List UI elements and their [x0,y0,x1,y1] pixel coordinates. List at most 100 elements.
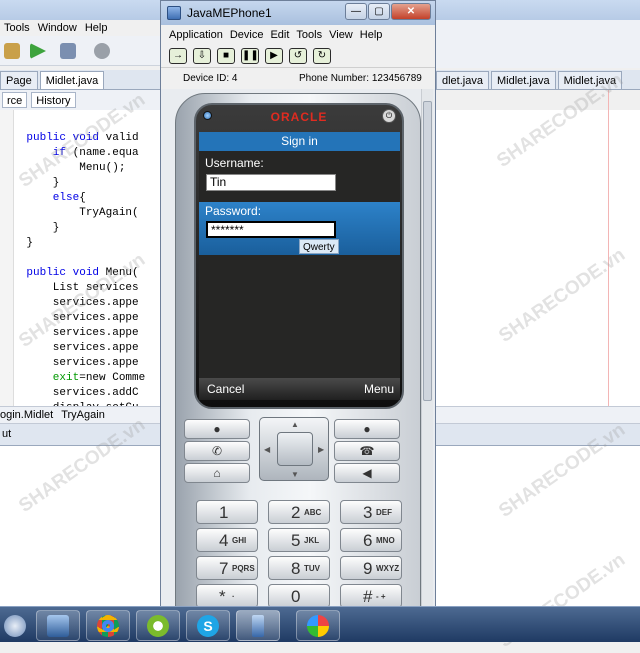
menu-help[interactable]: Help [85,22,108,34]
code-editor[interactable]: public void valid if (name.equa Menu(); … [0,110,160,414]
taskbar: S [0,606,640,642]
ide-menubar: Tools Window Help [0,20,160,36]
menu-help[interactable]: Help [360,29,383,41]
taskbar-paint[interactable] [296,610,340,641]
install-icon[interactable]: ⇩ [193,48,211,64]
code-line: services.appe [0,357,139,369]
pause-icon[interactable]: ❚❚ [241,48,259,64]
call-icon[interactable]: ✆ [184,441,250,461]
right-softkey-button[interactable]: ● [334,419,400,439]
tab-midlet-java-2[interactable]: dlet.java [436,70,489,89]
dpad-right-icon[interactable]: ▶ [318,445,324,454]
menu-view[interactable]: View [329,29,353,41]
code-text: } [0,177,60,189]
menu-tools[interactable]: Tools [296,29,322,41]
key-8[interactable]: 8 TUV [268,556,330,580]
breadcrumb-method[interactable]: TryAgain [61,409,105,421]
key-6[interactable]: 6 MNO [340,528,402,552]
password-field[interactable]: ******* [206,221,336,238]
minimize-button[interactable]: — [345,3,367,20]
code-line: TryAgain( [0,207,138,219]
left-softkey-button[interactable]: ● [184,419,250,439]
key-2[interactable]: 2 ABC [268,500,330,524]
breadcrumb: ogin.Midlet TryAgain [0,406,160,424]
dpad-up-icon[interactable]: ▲ [291,420,299,429]
menu-device[interactable]: Device [230,29,264,41]
code-text: Menu(); [0,162,126,174]
key-7[interactable]: 7 PQRS [196,556,258,580]
key-9[interactable]: 9 WXYZ [340,556,402,580]
menu-window[interactable]: Window [38,22,77,34]
code-line: Menu(); [0,162,125,174]
key-hash[interactable]: # - + [340,584,402,608]
key-5[interactable]: 5 JKL [268,528,330,552]
tab-midlet-java[interactable]: Midlet.java [39,70,105,89]
taskbar-chrome[interactable] [86,610,130,641]
taskbar-coreldraw[interactable] [136,610,180,641]
dpad-left-icon[interactable]: ◀ [264,445,270,454]
history-tab[interactable]: History [31,92,76,108]
key-star[interactable]: * · [196,584,258,608]
emulator-menubar: Application Device Edit Tools View Help [161,25,435,45]
menu-tools[interactable]: Tools [4,22,30,34]
softkey-cancel[interactable]: Cancel [207,382,244,396]
profile-icon[interactable] [94,43,110,59]
code-line: services.appe [0,327,139,339]
code-line: exit=new Comme [0,372,145,384]
code-text: =new Comme [79,372,146,384]
dpad-down-icon[interactable]: ▼ [291,470,299,479]
softkey-menu[interactable]: Menu [364,382,394,396]
code-editor-right[interactable] [435,110,640,406]
key-0[interactable]: 0 [268,584,330,608]
close-button[interactable]: ✕ [391,3,431,20]
rotate-ccw-icon[interactable]: ↺ [289,48,307,64]
home-icon[interactable]: ⌂ [184,463,250,483]
username-field[interactable]: Tin [206,174,336,191]
key-4[interactable]: 4 GHI [196,528,258,552]
resume-icon[interactable]: ▶ [265,48,283,64]
start-button[interactable] [0,610,30,641]
code-line: public void Menu( [0,267,138,279]
brand-logo: ORACLE [270,110,328,124]
emulator-titlebar[interactable]: JavaMEPhone1 — ▢ ✕ [161,1,435,25]
power-button-icon[interactable]: ⏻ [382,109,396,123]
code-text: services.appe [0,312,139,324]
forward-arrow-icon[interactable]: → [169,48,187,64]
source-tab[interactable]: rce [2,92,28,108]
key-letters: GHI [232,536,247,545]
softkey-bar: Cancel Menu [199,378,400,400]
breadcrumb-class[interactable]: ogin.Midlet [0,409,53,421]
end-call-icon[interactable]: ☎ [334,441,400,461]
skype-icon: S [197,614,219,637]
rotate-cw-icon[interactable]: ↻ [313,48,331,64]
output-panel-tab[interactable]: ut [0,424,160,446]
key-letters: PQRS [232,564,255,573]
taskbar-virtualbox[interactable] [36,610,80,641]
code-line: if (name.equa [0,147,139,159]
dpad-select-button[interactable] [277,432,313,466]
menu-edit[interactable]: Edit [270,29,289,41]
menu-application[interactable]: Application [169,29,223,41]
volume-icon[interactable]: ◀ [334,463,400,483]
taskbar-skype[interactable]: S [186,610,230,641]
editor-tabs-right: dlet.java Midlet.java Midlet.java [436,70,640,90]
dpad[interactable]: ▲ ▼ ◀ ▶ [259,417,329,481]
key-letters: WXYZ [376,564,400,573]
key-letters: MNO [376,536,395,545]
phone-number: Phone Number: 123456789 [299,73,422,84]
scroll-thumb[interactable] [423,101,432,401]
run-icon[interactable] [30,43,46,59]
code-keyword: exit [0,372,80,384]
maximize-button[interactable]: ▢ [368,3,390,20]
tab-page[interactable]: Page [0,70,38,89]
tools-icon[interactable] [4,43,20,59]
stop-icon[interactable]: ■ [217,48,235,64]
tab-midlet-java-3[interactable]: Midlet.java [490,70,556,89]
emulator-scrollbar[interactable] [421,89,433,607]
taskbar-phone-emulator[interactable] [236,610,280,641]
key-1[interactable]: 1 [196,500,258,524]
tab-midlet-java-4[interactable]: Midlet.java [557,70,623,89]
debug-icon[interactable] [60,43,76,59]
code-line: services.appe [0,312,139,324]
key-3[interactable]: 3 DEF [340,500,402,524]
